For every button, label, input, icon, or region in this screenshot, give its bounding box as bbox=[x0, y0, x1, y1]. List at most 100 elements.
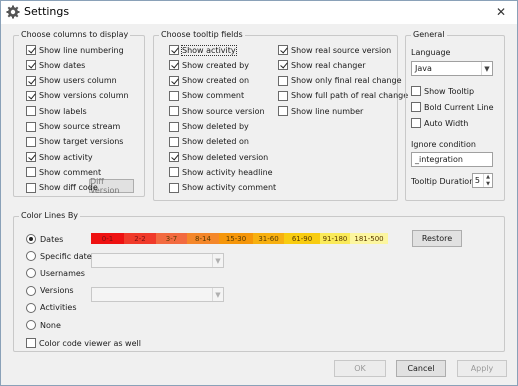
restore-button[interactable]: Restore bbox=[412, 230, 462, 247]
tooltip-show-activity-headline-checkbox[interactable]: Show activity headline bbox=[169, 166, 273, 178]
radio-label: None bbox=[40, 320, 61, 330]
tooltip-show-activity-checkbox[interactable]: Show activity bbox=[169, 44, 237, 56]
checkbox-box bbox=[169, 152, 179, 163]
tooltip-show-created-on-label: Show created on bbox=[182, 76, 250, 86]
apply-button[interactable]: Apply bbox=[457, 360, 507, 377]
ok-button[interactable]: OK bbox=[334, 360, 386, 377]
column-show-users-column-label: Show users column bbox=[39, 76, 117, 86]
auto-width-checkbox[interactable]: Auto Width bbox=[411, 117, 468, 129]
tooltip-show-activity-headline-label: Show activity headline bbox=[182, 167, 273, 177]
checkbox-box bbox=[169, 45, 179, 55]
color-by-dates-radio[interactable]: Dates bbox=[26, 233, 63, 245]
tooltip-show-real-changer-label: Show real changer bbox=[291, 60, 366, 70]
tooltip-show-source-version-checkbox[interactable]: Show source version bbox=[169, 105, 265, 117]
checkbox-box bbox=[411, 86, 421, 96]
tooltip-show-real-changer-checkbox[interactable]: Show real changer bbox=[278, 59, 366, 71]
tooltip-duration-label: Tooltip Duration bbox=[411, 177, 475, 186]
tooltip-group-title: Choose tooltip fields bbox=[159, 30, 245, 39]
column-show-source-stream-checkbox[interactable]: Show source stream bbox=[26, 121, 120, 133]
column-show-versions-column-checkbox[interactable]: Show versions column bbox=[26, 90, 129, 102]
checkbox-box bbox=[278, 90, 288, 101]
column-show-versions-column-label: Show versions column bbox=[39, 91, 129, 101]
checkbox-box bbox=[411, 118, 421, 128]
column-show-activity-checkbox[interactable]: Show activity bbox=[26, 151, 93, 163]
bold-current-line-checkbox[interactable]: Bold Current Line bbox=[411, 101, 494, 113]
close-button[interactable]: ✕ bbox=[493, 4, 509, 20]
tooltip-show-line-number-label: Show line number bbox=[291, 106, 364, 116]
column-show-target-versions-checkbox[interactable]: Show target versions bbox=[26, 136, 123, 148]
checkbox-box bbox=[26, 106, 36, 117]
legend-segment: 2-2 bbox=[124, 233, 156, 244]
checkbox-box bbox=[169, 136, 179, 147]
tooltip-show-activity-comment-checkbox[interactable]: Show activity comment bbox=[169, 182, 276, 194]
stepper-arrows[interactable]: ▲ ▼ bbox=[483, 174, 492, 187]
column-show-labels-checkbox[interactable]: Show labels bbox=[26, 105, 87, 117]
legend-segment: 3-7 bbox=[156, 233, 187, 244]
column-show-comment-checkbox[interactable]: Show comment bbox=[26, 166, 101, 178]
tooltip-show-comment-label: Show comment bbox=[182, 91, 245, 101]
show-tooltip-checkbox[interactable]: Show Tooltip bbox=[411, 85, 474, 97]
tooltip-show-created-on-checkbox[interactable]: Show created on bbox=[169, 75, 249, 87]
color-by-usernames-radio[interactable]: Usernames bbox=[26, 267, 85, 279]
checkbox-box bbox=[169, 60, 179, 71]
checkbox-box bbox=[26, 90, 36, 101]
tooltip-show-real-source-version-checkbox[interactable]: Show real source version bbox=[278, 44, 391, 56]
legend-segment: 61-90 bbox=[284, 233, 320, 244]
ignore-condition-label: Ignore condition bbox=[411, 140, 476, 149]
color-code-viewer-label: Color code viewer as well bbox=[39, 338, 141, 348]
radio-dot bbox=[26, 285, 36, 296]
column-show-target-versions-label: Show target versions bbox=[39, 137, 124, 147]
legend-segment: 181-500 bbox=[350, 233, 388, 244]
column-show-dates-checkbox[interactable]: Show dates bbox=[26, 59, 85, 71]
column-show-dates-label: Show dates bbox=[39, 60, 86, 70]
tooltip-show-activity-comment-label: Show activity comment bbox=[182, 183, 277, 193]
color-by-activities-radio[interactable]: Activities bbox=[26, 302, 77, 314]
column-show-labels-label: Show labels bbox=[39, 106, 87, 116]
tooltip-show-deleted-on-label: Show deleted on bbox=[182, 137, 249, 147]
column-show-comment-label: Show comment bbox=[39, 167, 102, 177]
specific-date-select[interactable]: ▼ bbox=[91, 253, 224, 268]
radio-dot bbox=[26, 268, 36, 279]
tooltip-show-full-path-of-real-change-label: Show full path of real change bbox=[291, 91, 409, 101]
title-bar: Settings ✕ bbox=[1, 1, 517, 24]
window-title: Settings bbox=[24, 5, 70, 18]
tooltip-show-deleted-by-label: Show deleted by bbox=[182, 122, 249, 131]
tooltip-show-only-final-real-change-checkbox[interactable]: Show only final real change bbox=[278, 75, 402, 87]
column-show-line-numbering-checkbox[interactable]: Show line numbering bbox=[26, 44, 124, 56]
tooltip-show-deleted-on-checkbox[interactable]: Show deleted on bbox=[169, 136, 249, 148]
column-show-users-column-checkbox[interactable]: Show users column bbox=[26, 75, 117, 87]
column-show-diff-code-checkbox[interactable]: Show diff code bbox=[26, 182, 98, 194]
chevron-down-icon: ▼ bbox=[212, 288, 223, 301]
checkbox-box bbox=[278, 60, 288, 71]
legend-segment: 15-30 bbox=[219, 233, 253, 244]
versions-select[interactable]: ▼ bbox=[91, 287, 224, 302]
checkbox-box bbox=[278, 75, 288, 86]
legend-segment: 0-1 bbox=[91, 233, 124, 244]
color-by-none-radio[interactable]: None bbox=[26, 319, 61, 331]
tooltip-show-real-source-version-label: Show real source version bbox=[291, 45, 392, 55]
cancel-button[interactable]: Cancel bbox=[396, 360, 446, 377]
radio-dot bbox=[26, 320, 36, 330]
checkbox-box bbox=[278, 45, 288, 55]
checkbox-box bbox=[169, 75, 179, 86]
checkbox-box bbox=[169, 167, 179, 178]
tooltip-duration-stepper[interactable]: 5 ▲ ▼ bbox=[472, 173, 493, 188]
tooltip-show-line-number-checkbox[interactable]: Show line number bbox=[278, 105, 363, 117]
column-show-diff-code-label: Show diff code bbox=[39, 183, 98, 193]
arrow-down-icon[interactable]: ▼ bbox=[484, 181, 492, 188]
tooltip-show-created-by-checkbox[interactable]: Show created by bbox=[169, 59, 249, 71]
language-value: Java bbox=[415, 64, 432, 73]
tooltip-show-deleted-by-checkbox[interactable]: Show deleted by bbox=[169, 121, 249, 133]
tooltip-show-full-path-of-real-change-checkbox[interactable]: Show full path of real change bbox=[278, 90, 408, 102]
color-by-specific-date-radio[interactable]: Specific date bbox=[26, 250, 92, 262]
checkbox-box bbox=[26, 152, 36, 163]
tooltip-duration-value: 5 bbox=[474, 176, 480, 185]
tooltip-show-comment-checkbox[interactable]: Show comment bbox=[169, 90, 244, 102]
radio-label: Usernames bbox=[40, 268, 85, 278]
ignore-condition-input[interactable]: _integration bbox=[411, 152, 493, 167]
tooltip-show-deleted-version-checkbox[interactable]: Show deleted version bbox=[169, 151, 268, 163]
color-by-versions-radio[interactable]: Versions bbox=[26, 285, 74, 297]
color-code-viewer-checkbox[interactable]: Color code viewer as well bbox=[26, 337, 141, 349]
radio-dot bbox=[26, 251, 36, 262]
language-select[interactable]: Java ▼ bbox=[411, 61, 493, 76]
